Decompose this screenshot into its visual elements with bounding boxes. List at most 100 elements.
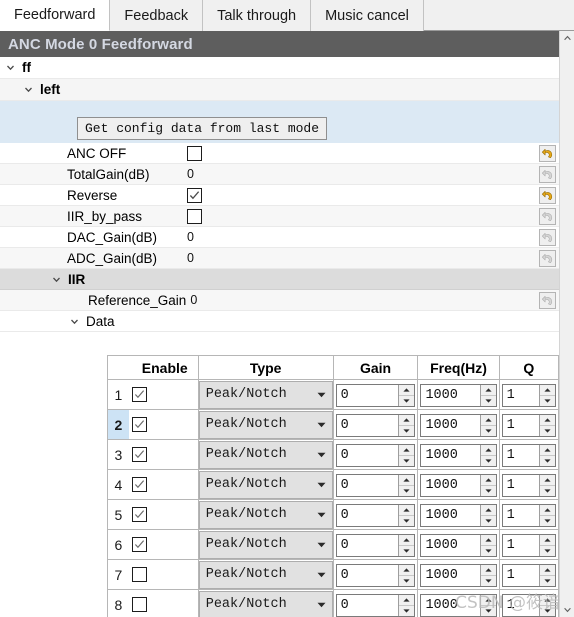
type-dropdown[interactable]: Peak/Notch — [198, 560, 333, 589]
freq-spinner-decrement[interactable] — [480, 605, 496, 616]
tab-feedforward[interactable]: Feedforward — [0, 0, 111, 31]
chevron-down-icon[interactable] — [68, 315, 81, 328]
q-spinner-increment[interactable] — [540, 474, 555, 486]
gain-spinner[interactable]: 0 — [335, 533, 416, 557]
gain-spinner-increment[interactable] — [399, 444, 415, 456]
freq-spinner-decrement[interactable] — [480, 395, 496, 406]
gain-spinner-decrement[interactable] — [399, 455, 415, 466]
gain-spinner[interactable]: 0 — [335, 383, 416, 407]
revert-button[interactable] — [539, 187, 556, 204]
tree-node-ff[interactable]: ff — [0, 57, 559, 79]
enable-checkbox[interactable] — [131, 387, 147, 402]
gain-spinner[interactable]: 0 — [335, 443, 416, 467]
chevron-down-icon[interactable] — [312, 542, 332, 548]
freq-spinner-decrement[interactable] — [480, 455, 496, 466]
enable-checkbox[interactable] — [131, 477, 147, 492]
q-spinner-increment[interactable] — [540, 384, 555, 396]
tree-node-data[interactable]: Data — [0, 311, 559, 332]
freq-spinner-increment[interactable] — [480, 474, 496, 486]
type-dropdown[interactable]: Peak/Notch — [198, 470, 333, 499]
chevron-down-icon[interactable] — [312, 392, 332, 398]
dac-gain-value[interactable]: 0 — [187, 230, 194, 244]
gain-spinner[interactable]: 0 — [335, 413, 416, 437]
gain-spinner-decrement[interactable] — [399, 605, 415, 616]
q-spinner-increment[interactable] — [540, 444, 555, 456]
tree-node-iir[interactable]: IIR — [0, 269, 559, 290]
freq-spinner[interactable]: 1000 — [420, 413, 497, 437]
freq-spinner[interactable]: 1000 — [420, 503, 497, 527]
row-number[interactable]: 4 — [108, 470, 129, 500]
freq-spinner-decrement[interactable] — [480, 515, 496, 526]
gain-spinner-decrement[interactable] — [399, 395, 415, 406]
tab-feedback[interactable]: Feedback — [110, 0, 204, 31]
revert-button[interactable] — [539, 208, 556, 225]
freq-spinner[interactable]: 1000 — [420, 563, 497, 587]
row-number[interactable]: 7 — [108, 560, 129, 590]
q-spinner[interactable]: 1 — [501, 383, 556, 407]
q-spinner-increment[interactable] — [540, 414, 555, 426]
freq-spinner[interactable]: 1000 — [420, 383, 497, 407]
enable-checkbox[interactable] — [131, 597, 147, 612]
type-dropdown[interactable]: Peak/Notch — [198, 590, 333, 617]
tab-talk-through[interactable]: Talk through — [203, 0, 312, 31]
enable-checkbox[interactable] — [131, 447, 147, 462]
freq-spinner-increment[interactable] — [480, 594, 496, 606]
q-spinner-decrement[interactable] — [540, 605, 555, 616]
reverse-checkbox[interactable] — [187, 187, 202, 203]
scroll-down-button[interactable] — [560, 602, 574, 617]
enable-checkbox[interactable] — [131, 537, 147, 552]
freq-spinner[interactable]: 1000 — [420, 473, 497, 497]
total-gain-value[interactable]: 0 — [187, 167, 194, 181]
q-spinner-decrement[interactable] — [540, 455, 555, 466]
gain-spinner-increment[interactable] — [399, 534, 415, 546]
revert-button[interactable] — [539, 250, 556, 267]
freq-spinner-decrement[interactable] — [480, 425, 496, 436]
table-header-enable[interactable]: Enable — [128, 356, 199, 380]
q-spinner-increment[interactable] — [540, 594, 555, 606]
chevron-down-icon[interactable] — [312, 572, 332, 578]
reference-gain-value[interactable]: 0 — [190, 293, 197, 307]
q-spinner-increment[interactable] — [540, 564, 555, 576]
gain-spinner-decrement[interactable] — [399, 545, 415, 556]
chevron-down-icon[interactable] — [312, 452, 332, 458]
iir-bypass-checkbox[interactable] — [187, 208, 202, 224]
freq-spinner-decrement[interactable] — [480, 545, 496, 556]
q-spinner-decrement[interactable] — [540, 575, 555, 586]
revert-button[interactable] — [539, 145, 556, 162]
freq-spinner[interactable]: 1000 — [420, 593, 497, 617]
q-spinner-decrement[interactable] — [540, 425, 555, 436]
table-row[interactable]: 3 Peak/Notch 0 1000 1 — [108, 440, 559, 470]
q-spinner-increment[interactable] — [540, 504, 555, 516]
gain-spinner-increment[interactable] — [399, 564, 415, 576]
revert-button[interactable] — [539, 166, 556, 183]
tab-music-cancel[interactable]: Music cancel — [311, 0, 424, 31]
enable-checkbox[interactable] — [131, 507, 147, 522]
get-config-data-button[interactable]: Get config data from last mode — [77, 117, 328, 140]
gain-spinner[interactable]: 0 — [335, 593, 416, 617]
gain-spinner-decrement[interactable] — [399, 485, 415, 496]
freq-spinner-decrement[interactable] — [480, 485, 496, 496]
scroll-up-button[interactable] — [560, 31, 574, 46]
table-header-type[interactable]: Type — [198, 356, 334, 380]
q-spinner[interactable]: 1 — [501, 413, 556, 437]
chevron-down-icon[interactable] — [22, 83, 35, 96]
freq-spinner-increment[interactable] — [480, 384, 496, 396]
anc-off-checkbox[interactable] — [187, 145, 202, 161]
row-number[interactable]: 8 — [108, 590, 129, 617]
enable-checkbox[interactable] — [131, 417, 147, 432]
chevron-down-icon[interactable] — [312, 422, 332, 428]
gain-spinner-increment[interactable] — [399, 594, 415, 606]
q-spinner[interactable]: 1 — [501, 533, 556, 557]
q-spinner[interactable]: 1 — [501, 563, 556, 587]
tree-node-left[interactable]: left — [0, 79, 559, 101]
chevron-down-icon[interactable] — [50, 273, 63, 286]
adc-gain-value[interactable]: 0 — [187, 251, 194, 265]
q-spinner-decrement[interactable] — [540, 545, 555, 556]
table-row[interactable]: 4 Peak/Notch 0 1000 1 — [108, 470, 559, 500]
table-row[interactable]: 8 Peak/Notch 0 1000 1 — [108, 590, 559, 617]
gain-spinner-increment[interactable] — [399, 414, 415, 426]
enable-checkbox[interactable] — [131, 567, 147, 582]
table-header-gain[interactable]: Gain — [333, 356, 419, 380]
q-spinner[interactable]: 1 — [501, 473, 556, 497]
q-spinner[interactable]: 1 — [501, 593, 556, 617]
